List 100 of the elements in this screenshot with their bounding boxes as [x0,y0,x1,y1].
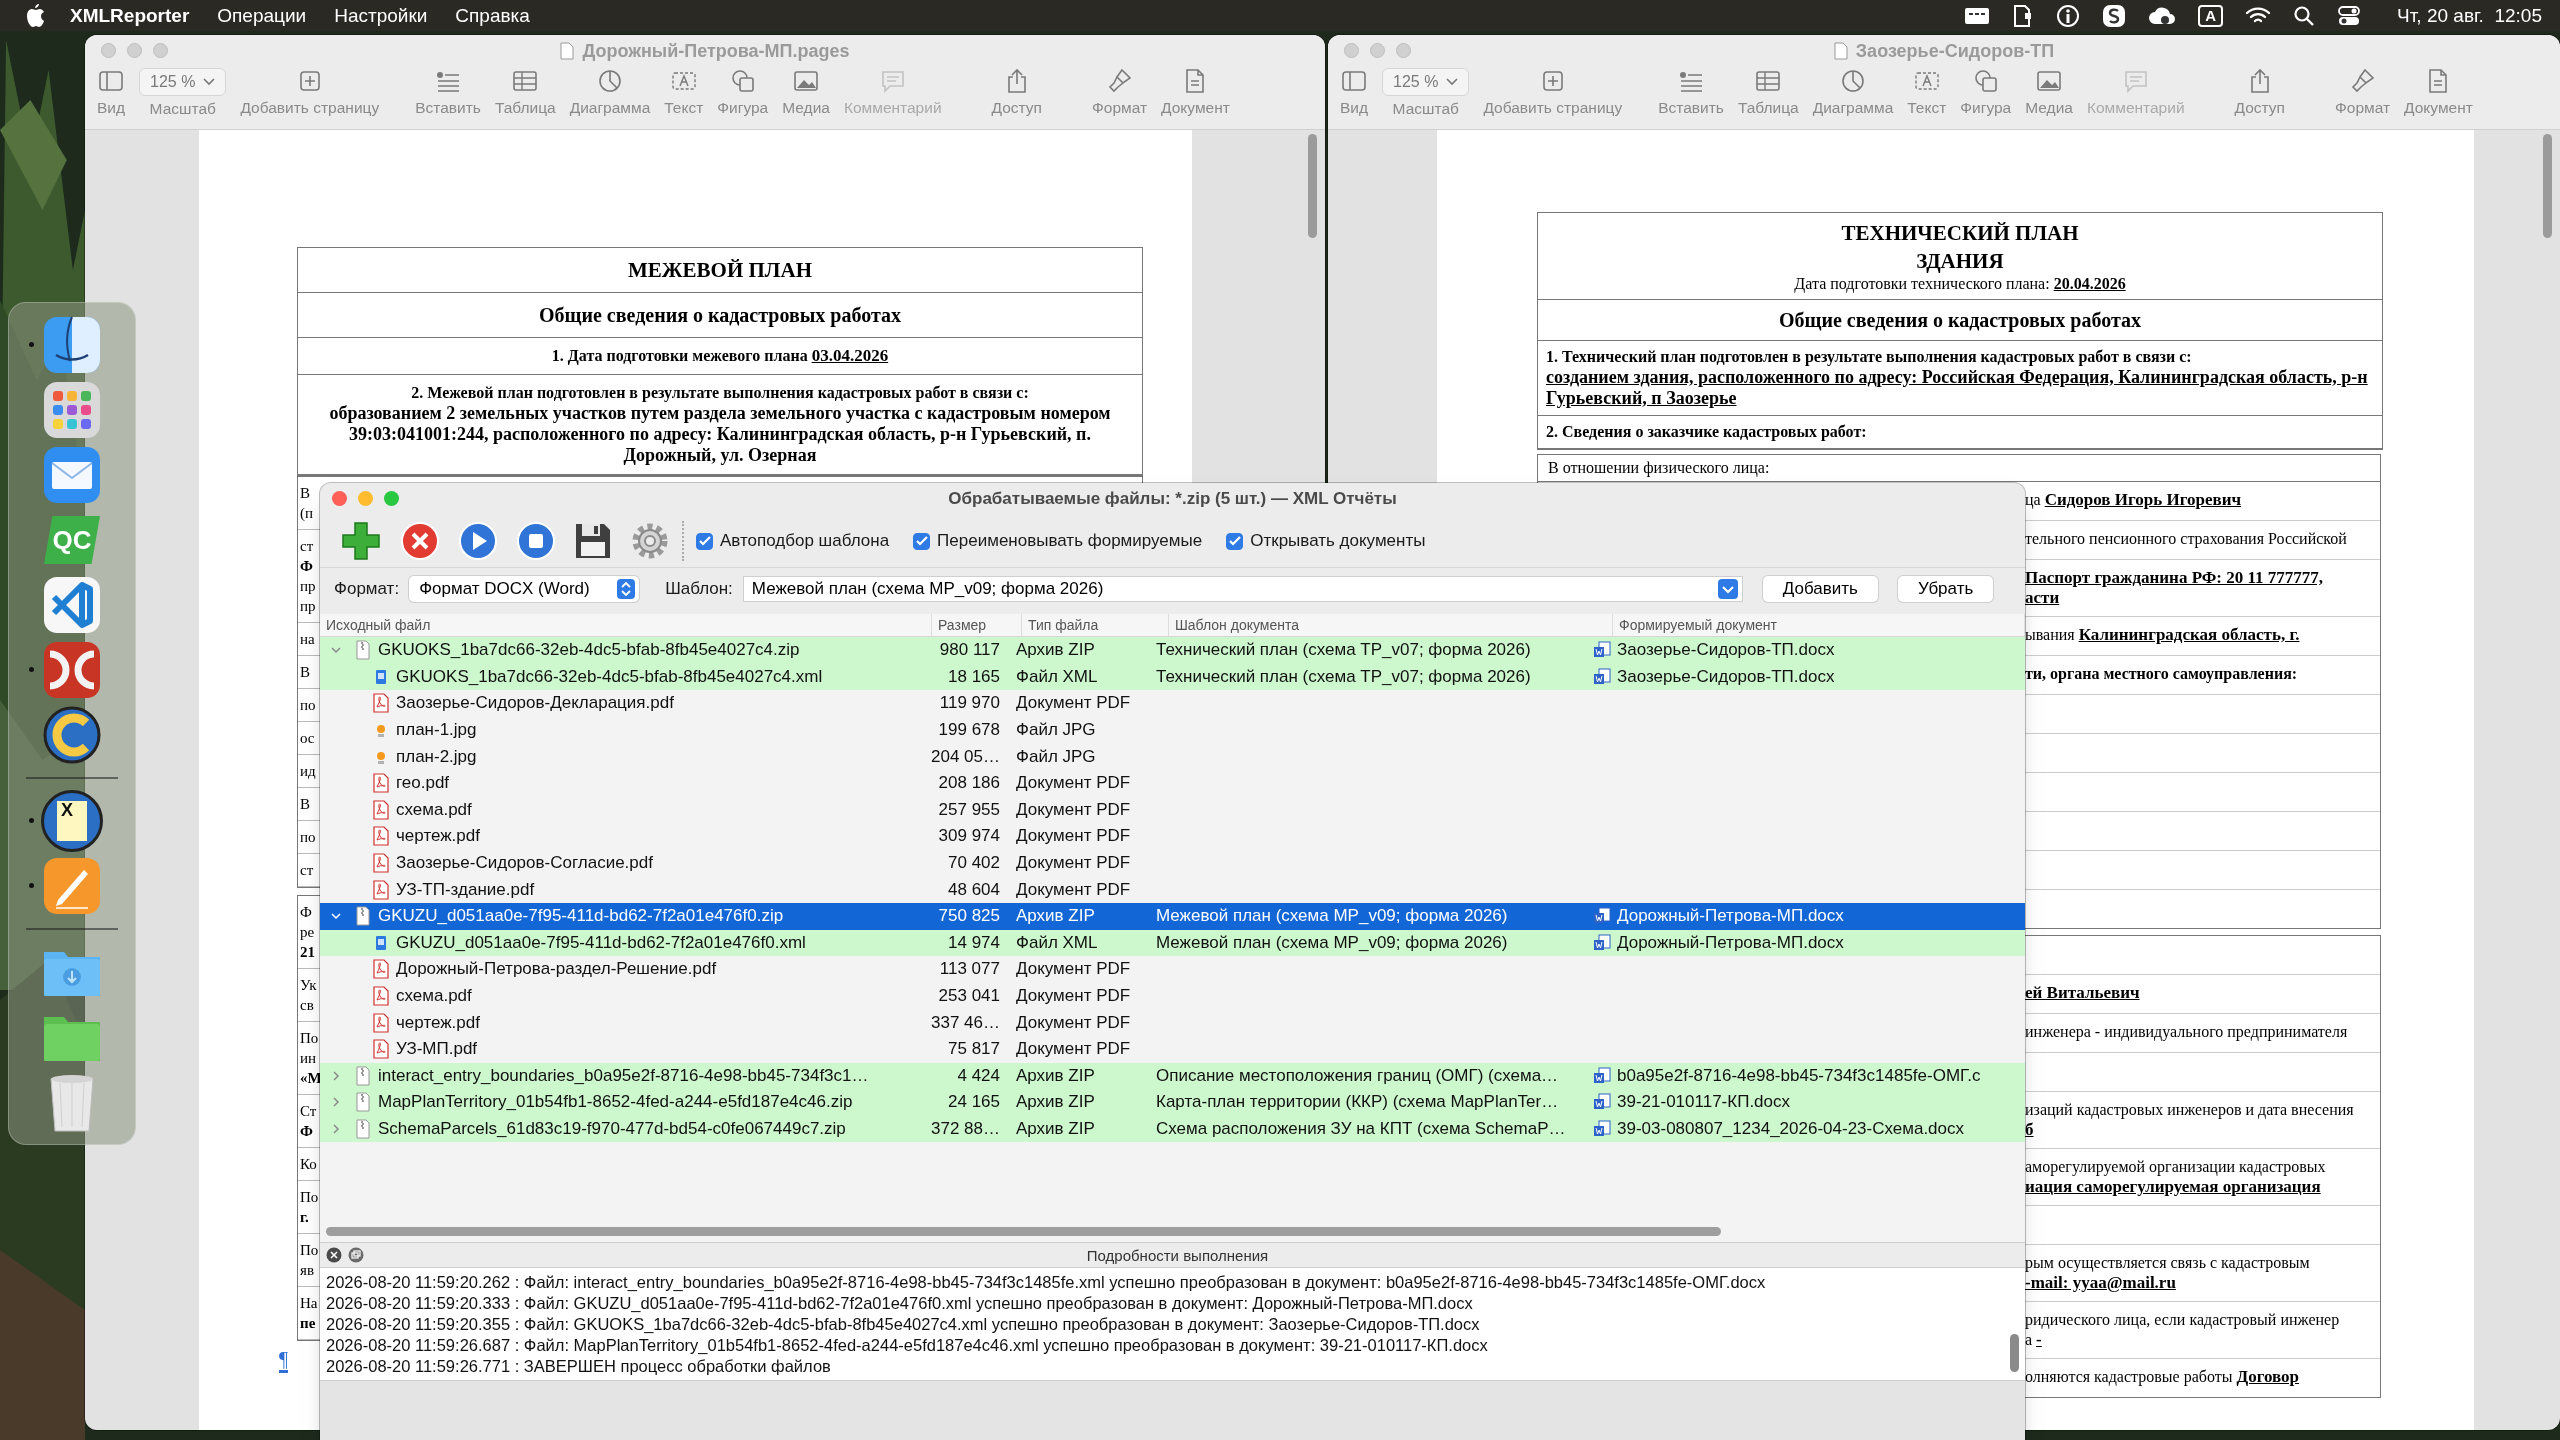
column-header[interactable]: Формируемый документ [1613,614,2025,636]
menu-item[interactable]: Операции [217,4,307,27]
add-button[interactable] [340,520,382,562]
document-icon [1833,42,1848,60]
table-row[interactable]: чертеж.pdf 309 974 Документ PDF [320,823,2025,850]
chevron-right-icon[interactable] [330,1123,342,1135]
code-editor-icon[interactable] [42,575,102,635]
partial-text: Ук св [300,976,317,1015]
envelope-icon[interactable] [42,445,102,505]
table-row[interactable]: GKUZU_d051aa0e-7f95-411d-bd62-7f2a01e476f0.zip 750 825 Архив ZIP Межевой план (схема MP_v09; форма 2026) Дорожный-Петрова-МП.docx [320,902,2025,930]
template-cell: Схема расположения ЗУ на КПТ (схема SchemaP… [1156,1119,1566,1139]
table-row[interactable]: Дорожный-Петрова-раздел-Решение.pdf 113 077 Документ PDF [320,956,2025,983]
panel-title: Подробности выполнения [1085,1246,1270,1264]
checkbox[interactable] [1226,532,1244,550]
checkbox[interactable] [913,532,931,550]
partial-text: ывания Калининградская область, г. [2025,625,2300,645]
zoom-dropdown[interactable]: 125 % [1382,68,1470,96]
table-row[interactable]: MapPlanTerritory_01b54fb1-8652-4fed-a244-e5fd187e4c46.zip 24 165 Архив ZIP Карта-план территории (ККР) (схема MapPlanTer… 39-21-010117-КП.docx [320,1089,2025,1116]
app-grid-icon[interactable] [42,380,102,440]
column-header[interactable]: Тип файла [1022,614,1169,636]
template-combobox[interactable]: Межевой план (схема MP_v09; форма 2026) [742,576,1743,602]
word-document-icon [1593,933,1611,952]
output-document-cell: Заозерье-Сидоров-ТП.docx [1617,666,1835,687]
column-header[interactable]: Шаблон документа [1169,614,1613,636]
info-icon[interactable] [2056,3,2081,28]
file-type-cell-text: Файл JPG [1015,746,1097,767]
app-icon[interactable] [2102,3,2127,28]
table-row[interactable]: Заозерье-Сидоров-Декларация.pdf 119 970 Документ PDF [320,690,2025,717]
table-row[interactable]: схема.pdf 257 955 Документ PDF [320,796,2025,824]
clock[interactable]: Чт, 20 авг. 12:05 [2397,4,2542,27]
scrollbar[interactable] [2543,134,2552,238]
scrollbar[interactable] [2010,1334,2019,1372]
format-dropdown[interactable]: Формат DOCX (Word) [409,576,640,602]
partial-text: ти, органа местного самоуправления: [2025,664,2298,684]
table-row[interactable]: УЗ-ТП-здание.pdf 48 604 Документ PDF [320,876,2025,903]
table-row[interactable]: GKUOKS_1ba7dc66-32eb-4dc5-bfab-8fb45e4027c4.xml 18 165 Файл XML Технический план (схема TP_v07; форма 2026) Заозерье-Сидоров-ТП.docx [320,663,2025,691]
menu-item[interactable]: Справка [455,4,530,27]
scrollbar[interactable] [326,1227,1721,1236]
partial-text: на [300,630,315,649]
template-cell: Технический план (схема TP_v07; форма 2026) [1156,666,1531,687]
table-row[interactable]: схема.pdf 253 041 Документ PDF [320,982,2025,1010]
output-document-cell: Дорожный-Петрова-МП.docx [1617,906,1844,927]
table-row[interactable]: interact_entry_boundaries_b0a95e2f-8716-4e98-bb45-734f3c1… 4 424 Архив ZIP Описание местоположения границ (ОМГ) (схема… b0a95e2f-8716-4e98-bb45-734f3c1485fe-ОМГ.c [320,1062,2025,1090]
zip-file-icon [356,1092,370,1113]
toolbar-button[interactable]: 125 % Масштаб [139,67,227,118]
play-icon [458,521,498,561]
smiling-face-icon[interactable] [42,315,102,375]
share-icon [2248,68,2271,94]
detach-icon[interactable] [348,1247,364,1263]
word-document-icon [1593,667,1611,686]
remove-button[interactable]: Убрать [1897,576,1994,602]
save-button[interactable] [574,522,612,560]
option-checkbox[interactable]: Открывать документы [1226,531,1426,551]
chevron-right-icon[interactable] [330,1069,342,1082]
search-icon[interactable] [2293,4,2316,27]
log-line: 2026-08-20 11:59:26.687 : Файл: MapPlanTerritory_01b54fb1-8652-4fed-a244-e5fd187e4c46.xml успешно преобразован в документ: 39-21-010117-КП.docx [326,1335,1489,1356]
column-header[interactable]: Исходный файл [320,614,932,636]
file-name: GKUZU_d051aa0e-7f95-411d-bd62-7f2a01e476f0.xml [396,932,806,953]
file-type-cell-text: Документ PDF [1015,693,1132,714]
table-row[interactable]: план-2.jpg 204 05… Файл JPG [320,743,2025,770]
table-row[interactable]: GKUOKS_1ba7dc66-32eb-4dc5-bfab-8fb45e4027c4.zip 980 117 Архив ZIP Технический план (схема TP_v07; форма 2026) Заозерье-Сидоров-ТП.docx [320,637,2025,664]
sidebar-icon [1341,70,1367,92]
table-row[interactable]: план-1.jpg 199 678 Файл JPG [320,716,2025,744]
app-menu[interactable]: XMLReporter [70,4,190,27]
table-row[interactable]: SchemaParcels_61d83c19-f970-477d-bd54-c0fe067449c7.zip 372 88… Архив ZIP Схема расположения ЗУ на КПТ (схема SchemaP… 39-03-080807_1234_2026-04-23-Схема.docx [320,1115,2025,1143]
play-button[interactable] [458,521,498,561]
size-cell-text: 113 077 [938,959,1001,980]
stop-button[interactable] [516,521,556,561]
apple-icon[interactable] [26,3,46,28]
checkbox[interactable] [696,532,713,550]
menu-item[interactable]: Настройки [334,4,428,27]
file-type-cell-text: Документ PDF [1015,773,1132,794]
size-cell-text: 14 974 [947,932,1001,953]
output-document-cell: b0a95e2f-8716-4e98-bb45-734f3c1485fe-ОМГ.c [1617,1065,1981,1086]
input-source-indicator[interactable]: A [2198,4,2224,27]
paragraph-mark: ¶ [279,1348,289,1373]
pdf-file-icon [373,693,389,714]
table-row[interactable]: УЗ-МП.pdf 75 817 Документ PDF [320,1035,2025,1063]
cancel-button[interactable] [400,521,440,561]
close-button[interactable] [332,491,347,506]
table-row[interactable]: чертеж.pdf 337 46… Документ PDF [320,1009,2025,1036]
zoom-dropdown[interactable]: 125 % [139,68,227,96]
display-icon[interactable] [1964,5,1991,26]
toggles-icon[interactable] [2337,4,2362,27]
option-checkbox[interactable]: Автоподбор шаблона [696,531,890,551]
comment-icon [2122,69,2149,93]
scrollbar[interactable] [1308,134,1317,238]
toolbar-button[interactable]: 125 % Масштаб [1382,67,1470,118]
chevron-right-icon[interactable] [330,1096,342,1109]
table-row[interactable]: Заозерье-Сидоров-Согласие.pdf 70 402 Документ PDF [320,849,2025,877]
settings-icon [630,521,670,561]
add-button[interactable]: Добавить [1762,576,1878,602]
option-checkbox[interactable]: Переименовывать формируемые [913,531,1203,551]
table-row[interactable]: GKUZU_d051aa0e-7f95-411d-bd62-7f2a01e476f0.xml 14 974 Файл XML Межевой план (схема MP_v09; форма 2026) Дорожный-Петрова-МП.docx [320,929,2025,957]
settings-button[interactable] [630,521,670,561]
file-name: Дорожный-Петрова-раздел-Решение.pdf [396,959,717,980]
table-row[interactable]: гео.pdf 208 186 Документ PDF [320,769,2025,797]
pen-icon[interactable] [42,856,102,916]
column-header[interactable]: Размер [932,614,1022,636]
close-icon[interactable] [326,1247,342,1263]
